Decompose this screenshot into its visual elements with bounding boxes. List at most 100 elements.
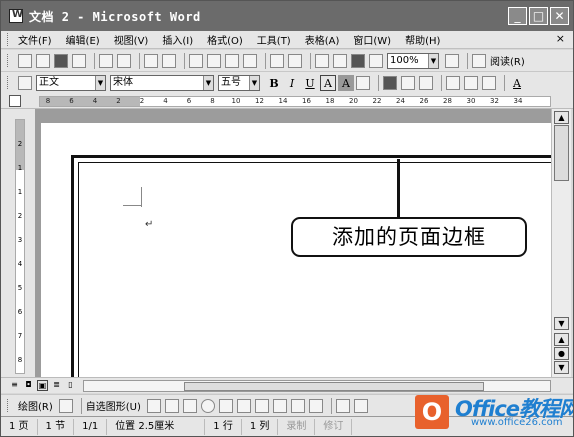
oval-icon[interactable] [200,398,215,413]
paragraph-mark[interactable]: ↵ [145,219,153,230]
status-track-changes[interactable]: 修订 [315,418,353,435]
font-select[interactable]: 宋体 ▼ [110,74,214,91]
select-objects-icon[interactable] [58,398,73,413]
horizontal-ruler[interactable]: 8 6 4 2 2 4 6 8 10 12 14 16 18 20 22 24 26 28 30 32 34 [1,93,573,109]
scroll-up-icon[interactable]: ▲ [554,111,569,124]
print-preview-icon[interactable] [117,53,131,68]
tables-borders-icon[interactable] [333,53,347,68]
scroll-thumb[interactable] [554,125,569,181]
autoshapes-button[interactable]: 自选图形(U) [86,398,141,413]
clipart-icon[interactable] [290,398,305,413]
toolbar-grip[interactable] [7,54,10,67]
menu-insert[interactable]: 插入(I) [162,32,193,47]
italic-button[interactable]: I [284,75,300,91]
previous-page-icon[interactable]: ▲ [554,333,569,346]
web-view-icon[interactable]: ◘ [23,380,34,391]
minimize-button[interactable]: _ [508,7,527,25]
align-right-icon[interactable] [419,75,433,90]
toolbar-grip[interactable] [7,76,10,89]
select-browse-object-icon[interactable]: ● [554,347,569,360]
font-color-button[interactable]: A [509,75,525,91]
permission-icon[interactable] [72,53,86,68]
char-shading-button[interactable]: A [338,74,354,91]
title-bar[interactable]: 文档 2 - Microsoft Word _ □ ✕ [1,1,573,31]
char-border-button[interactable]: A [320,74,336,91]
char-scale-icon[interactable] [356,75,370,90]
document-close-icon[interactable]: × [556,32,565,45]
vertical-textbox-icon[interactable] [236,398,251,413]
close-button[interactable]: ✕ [550,7,569,25]
line-color-icon[interactable] [353,398,368,413]
redo-icon[interactable] [288,53,302,68]
save-icon[interactable] [54,53,68,68]
chevron-down-icon[interactable]: ▼ [203,75,213,90]
chevron-down-icon[interactable]: ▼ [249,75,259,90]
textbox-icon[interactable] [218,398,233,413]
vertical-ruler[interactable]: 2 1 1 2 3 4 5 6 7 8 [1,109,35,377]
vertical-scrollbar[interactable]: ▲ ▼ ▲ ● ▼ [551,109,571,377]
arrow-icon[interactable] [164,398,179,413]
copy-icon[interactable] [207,53,221,68]
align-center-icon[interactable] [401,75,415,90]
toolbar-grip[interactable] [7,399,10,412]
ruler-track[interactable]: 8 6 4 2 2 4 6 8 10 12 14 16 18 20 22 24 26 28 30 32 34 [39,96,551,107]
new-document-icon[interactable] [18,53,32,68]
font-size-select[interactable]: 五号 ▼ [218,74,260,91]
undo-icon[interactable] [270,53,284,68]
horizontal-scrollbar[interactable] [83,380,551,392]
word-app-icon[interactable] [9,9,23,23]
print-view-icon[interactable]: ▣ [37,380,48,391]
picture-icon[interactable] [308,398,323,413]
bold-button[interactable]: B [266,75,282,91]
reading-mode-button[interactable]: 阅读(R) [490,53,525,68]
menu-file[interactable]: 文件(F) [18,32,52,47]
fill-color-icon[interactable] [335,398,350,413]
zoom-select[interactable]: 100% ▼ [387,52,439,69]
menu-edit[interactable]: 编辑(E) [66,32,100,47]
rectangle-icon[interactable] [182,398,197,413]
align-justify-icon[interactable] [383,75,397,90]
horizontal-scroll-thumb[interactable] [184,382,484,391]
decrease-indent-icon[interactable] [482,75,496,90]
open-icon[interactable] [36,53,50,68]
menu-window[interactable]: 窗口(W) [353,32,391,47]
draw-menu-button[interactable]: 绘图(R) [18,398,53,413]
menu-tools[interactable]: 工具(T) [257,32,291,47]
menu-grip[interactable] [7,33,10,46]
print-icon[interactable] [99,53,113,68]
research-icon[interactable] [162,53,176,68]
diagram-icon[interactable] [272,398,287,413]
maximize-button[interactable]: □ [529,7,548,25]
document-map-icon[interactable] [369,53,383,68]
numbering-icon[interactable] [446,75,460,90]
reading-mode-icon[interactable] [472,53,486,68]
status-record[interactable]: 录制 [278,418,316,435]
document-area[interactable]: ↵ 添加的页面边框 [35,109,551,377]
line-icon[interactable] [146,398,161,413]
hyperlink-icon[interactable] [315,53,329,68]
styles-formatting-icon[interactable] [18,75,32,90]
tab-selector-button[interactable] [9,95,21,107]
menu-help[interactable]: 帮助(H) [405,32,440,47]
cut-icon[interactable] [189,53,203,68]
menu-format[interactable]: 格式(O) [207,32,243,47]
scroll-down-icon[interactable]: ▼ [554,317,569,330]
help-icon[interactable] [445,53,459,68]
outline-view-icon[interactable]: ≣ [51,380,62,391]
chevron-down-icon[interactable]: ▼ [428,53,438,68]
next-page-icon[interactable]: ▼ [554,361,569,374]
paste-icon[interactable] [225,53,239,68]
vertical-ruler-track[interactable]: 2 1 1 2 3 4 5 6 7 8 [15,119,25,374]
reading-view-icon[interactable]: ▯ [65,380,76,391]
format-painter-icon[interactable] [243,53,257,68]
menu-view[interactable]: 视图(V) [114,32,149,47]
chevron-down-icon[interactable]: ▼ [95,75,105,90]
style-select[interactable]: 正文 ▼ [36,74,106,91]
wordart-icon[interactable] [254,398,269,413]
menu-table[interactable]: 表格(A) [305,32,340,47]
normal-view-icon[interactable]: ≡ [9,380,20,391]
show-hide-icon[interactable] [351,53,365,68]
underline-button[interactable]: U [302,75,318,91]
spelling-icon[interactable] [144,53,158,68]
bullets-icon[interactable] [464,75,478,90]
